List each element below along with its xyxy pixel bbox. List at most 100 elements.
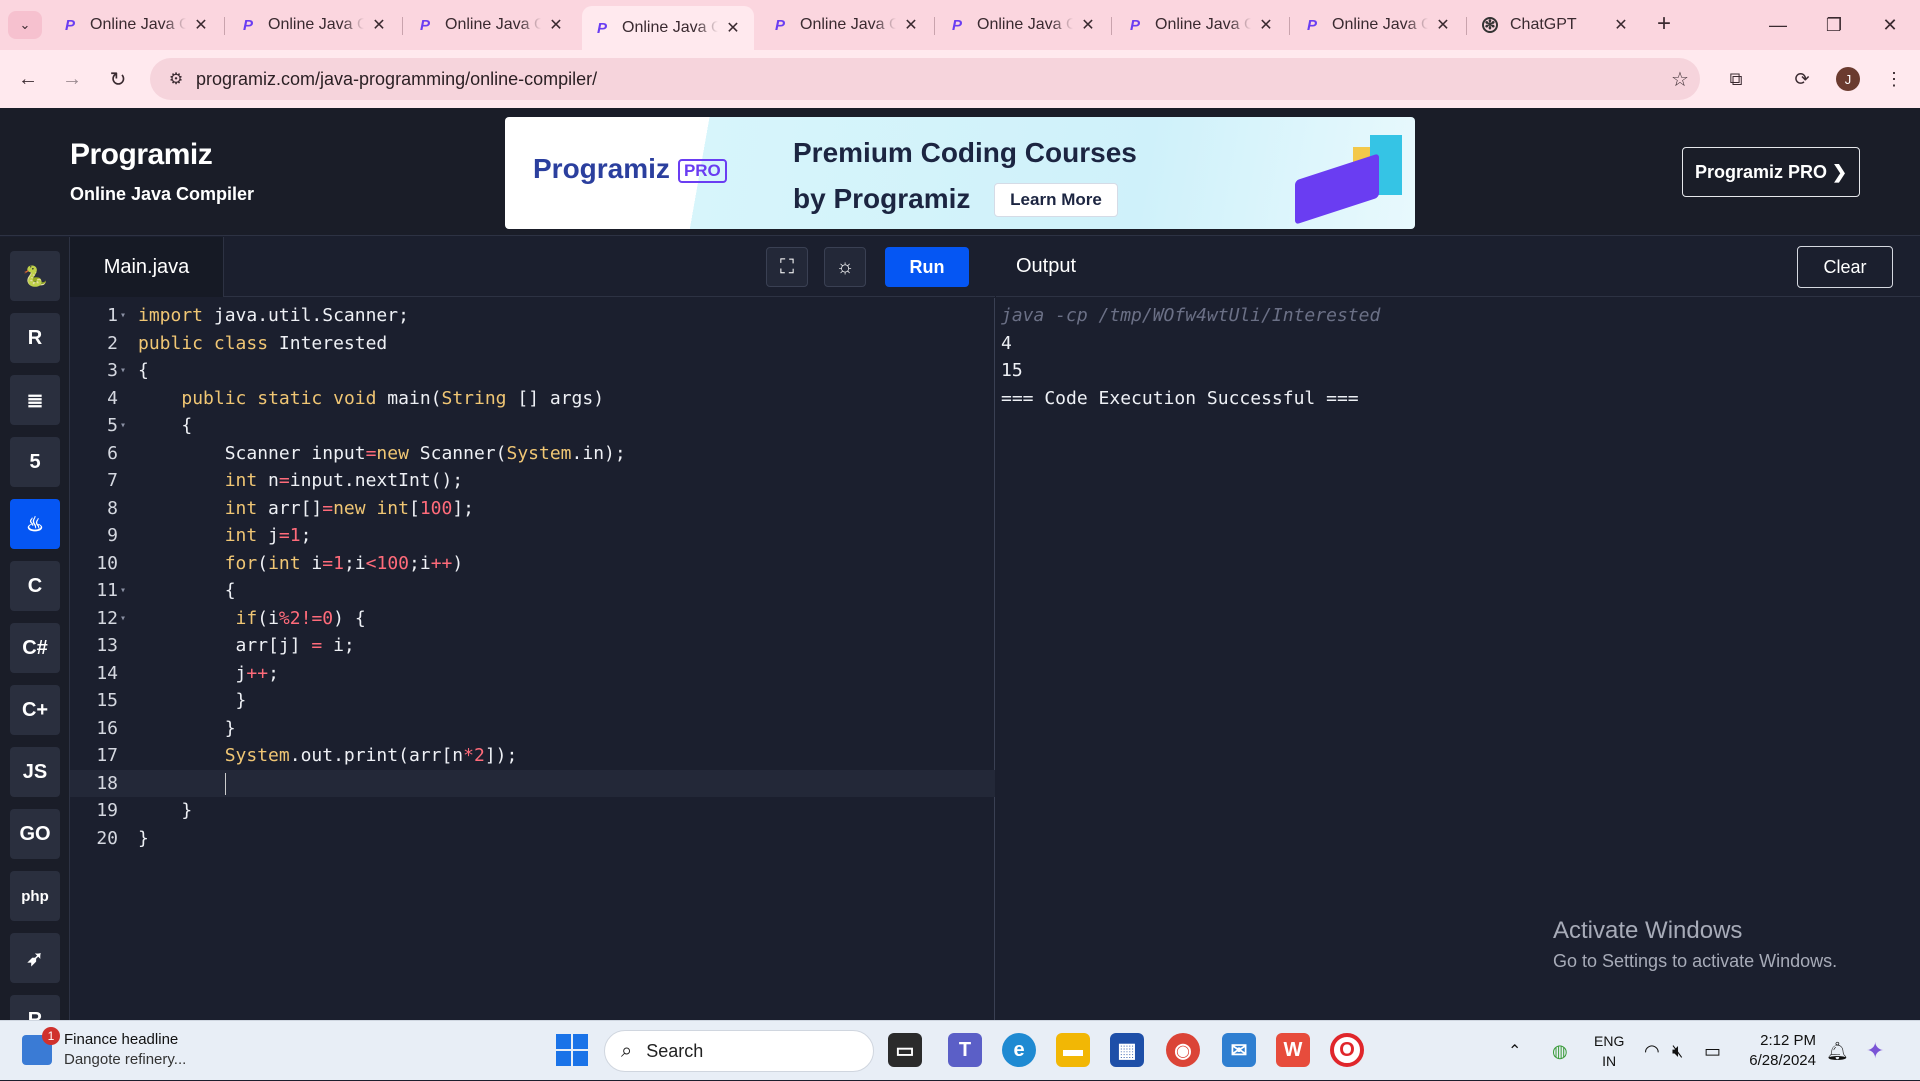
browser-tab[interactable]: P Online Java Compiler ✕ <box>1292 8 1464 42</box>
language-html-icon[interactable]: 5 <box>10 437 60 487</box>
code-text[interactable]: for(int i=1;i<100;i++) <box>138 550 464 578</box>
back-arrow-icon[interactable]: ← <box>14 65 42 93</box>
browser-tab[interactable]: P Online Java Compiler ✕ <box>228 8 400 42</box>
store-icon[interactable]: ▦ <box>1110 1033 1144 1067</box>
bookmark-star-icon[interactable]: ☆ <box>1660 67 1700 92</box>
browser-tab[interactable]: P Online Java Compiler ✕ <box>760 8 932 42</box>
code-line[interactable]: 17 System.out.print(arr[n*2]); <box>70 742 995 770</box>
fold-toggle-icon[interactable]: ▾ <box>120 577 132 605</box>
close-tab-icon[interactable]: ✕ <box>370 15 388 35</box>
code-line[interactable]: 6 Scanner input=new Scanner(System.in); <box>70 440 995 468</box>
code-line[interactable]: 20} <box>70 825 995 853</box>
taskbar-search[interactable]: ⌕ Search <box>604 1030 874 1072</box>
language-rust-icon[interactable]: R <box>10 995 60 1020</box>
clock[interactable]: 2:12 PM 6/28/2024 <box>1740 1031 1816 1071</box>
browser-menu-icon[interactable]: ⋮ <box>1880 65 1908 93</box>
site-info-icon[interactable]: ⚙ <box>156 69 196 89</box>
code-text[interactable]: { <box>138 412 192 440</box>
close-tab-icon[interactable]: ✕ <box>192 15 210 35</box>
language-js-icon[interactable]: JS <box>10 747 60 797</box>
code-line[interactable]: 3 ▾{ <box>70 357 995 385</box>
code-text[interactable]: public class Interested <box>138 330 387 358</box>
chrome-icon[interactable]: ◉ <box>1166 1033 1200 1067</box>
tray-app-icon[interactable]: ◍ <box>1552 1021 1568 1081</box>
code-line[interactable]: 8 int arr[]=new int[100]; <box>70 495 995 523</box>
input-language-indicator[interactable]: ENG IN <box>1594 1031 1624 1071</box>
fold-toggle-icon[interactable]: ▾ <box>120 357 132 385</box>
language-sql-icon[interactable]: ≣ <box>10 375 60 425</box>
code-text[interactable]: if(i%2!=0) { <box>138 605 366 633</box>
code-text[interactable]: { <box>138 357 149 385</box>
browser-tab[interactable]: P Online Java Compiler ✕ <box>937 8 1109 42</box>
learn-more-button[interactable]: Learn More <box>994 183 1118 217</box>
task-view-icon[interactable]: ▭ <box>888 1033 922 1067</box>
output-console[interactable]: java -cp /tmp/WOfw4wtUli/Interested 4 15 ==… <box>996 298 1920 1020</box>
code-editor[interactable]: 1 ▾ import java.util.Scanner; 2 public class… <box>70 298 995 1020</box>
code-line[interactable]: 15 } <box>70 687 995 715</box>
language-c-icon[interactable]: C <box>10 561 60 611</box>
code-text[interactable]: arr[j] = i; <box>138 632 355 660</box>
language-csharp-icon[interactable]: C# <box>10 623 60 673</box>
volume-muted-icon[interactable]: 🔇︎ <box>1672 1021 1683 1081</box>
close-tab-icon[interactable]: ✕ <box>547 15 565 35</box>
code-line[interactable]: 4 public static void main(String [] args… <box>70 385 995 413</box>
wifi-icon[interactable]: ◠ <box>1644 1021 1660 1081</box>
new-tab-button[interactable]: + <box>1650 11 1678 39</box>
programiz-pro-button[interactable]: Programiz PRO ❯ <box>1682 147 1860 197</box>
language-r-icon[interactable]: R <box>10 313 60 363</box>
close-tab-icon[interactable]: ✕ <box>1257 15 1275 35</box>
edge-icon[interactable]: e <box>1002 1033 1036 1067</box>
file-tab-main-java[interactable]: Main.java <box>70 237 224 297</box>
code-text[interactable]: { <box>138 577 236 605</box>
code-text[interactable]: int j=1; <box>138 522 312 550</box>
minimize-button[interactable]: — <box>1750 0 1806 50</box>
fold-toggle-icon[interactable]: ▾ <box>120 412 132 440</box>
code-line[interactable]: 1 ▾ import java.util.Scanner; <box>70 302 995 330</box>
copilot-icon[interactable]: ✦ <box>1866 1021 1884 1081</box>
browser-tab[interactable]: P Online Java Compiler ✕ <box>1115 8 1287 42</box>
url-text[interactable]: programiz.com/java-programming/online-co… <box>196 69 1660 90</box>
code-text[interactable]: } <box>138 687 247 715</box>
clear-button[interactable]: Clear <box>1797 246 1893 288</box>
promo-banner[interactable]: Programiz PRO Premium Coding Courses by P… <box>505 117 1415 229</box>
programiz-logo[interactable]: Programiz <box>70 138 213 172</box>
code-text[interactable]: j++; <box>138 660 279 688</box>
tray-overflow-chevron-icon[interactable]: ⌃ <box>1508 1021 1521 1081</box>
code-line[interactable]: 13 arr[j] = i; <box>70 632 995 660</box>
restore-button[interactable]: ❐ <box>1806 0 1862 50</box>
tab-search-chevron-icon[interactable]: ⌄ <box>8 11 42 39</box>
theme-toggle-sun-icon[interactable]: ☼ <box>824 247 866 287</box>
code-line[interactable]: 12 ▾ if(i%2!=0) { <box>70 605 995 633</box>
code-line[interactable]: 16 } <box>70 715 995 743</box>
code-line[interactable]: 11 ▾ { <box>70 577 995 605</box>
code-line[interactable]: 5 ▾ { <box>70 412 995 440</box>
fullscreen-icon[interactable]: ⛶ <box>766 247 808 287</box>
browser-tab[interactable]: P Online Java Compiler ✕ <box>50 8 222 42</box>
code-text[interactable]: int n=input.nextInt(); <box>138 467 463 495</box>
forward-arrow-icon[interactable]: → <box>58 65 86 93</box>
code-text[interactable]: Scanner input=new Scanner(System.in); <box>138 440 626 468</box>
code-line[interactable]: 9 int j=1; <box>70 522 995 550</box>
close-tab-icon[interactable]: ✕ <box>902 15 920 35</box>
mail-icon[interactable]: ✉ <box>1222 1033 1256 1067</box>
code-text[interactable]: } <box>138 825 149 853</box>
fold-toggle-icon[interactable]: ▾ <box>120 302 132 330</box>
language-php-icon[interactable]: php <box>10 871 60 921</box>
close-tab-icon[interactable]: ✕ <box>1079 15 1097 35</box>
browser-tab[interactable]: P Online Java Compiler ✕ <box>405 8 577 42</box>
code-text[interactable]: int arr[]=new int[100]; <box>138 495 474 523</box>
language-python-icon[interactable]: 🐍 <box>10 251 60 301</box>
close-tab-icon[interactable]: ✕ <box>724 18 742 38</box>
battery-icon[interactable]: ▭ <box>1704 1021 1721 1081</box>
language-java-icon[interactable]: ♨ <box>10 499 60 549</box>
code-text[interactable]: } <box>138 715 236 743</box>
teams-icon[interactable]: T <box>948 1033 982 1067</box>
close-tab-icon[interactable]: ✕ <box>1612 15 1630 35</box>
fold-toggle-icon[interactable]: ▾ <box>120 605 132 633</box>
extensions-puzzle-icon[interactable]: ⧉ <box>1722 65 1750 93</box>
profile-avatar[interactable]: J <box>1836 67 1860 91</box>
close-window-button[interactable]: ✕ <box>1862 0 1918 50</box>
run-button[interactable]: Run <box>885 247 969 287</box>
code-line[interactable]: 10 for(int i=1;i<100;i++) <box>70 550 995 578</box>
code-line[interactable]: 2 public class Interested <box>70 330 995 358</box>
